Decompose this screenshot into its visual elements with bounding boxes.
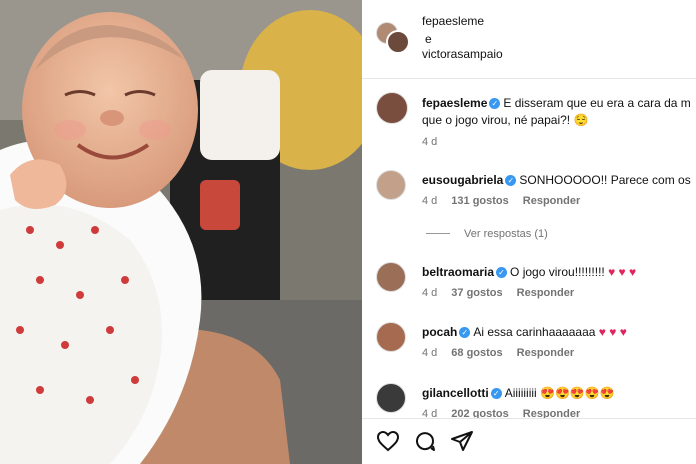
comment-age-2: 4 d	[422, 287, 438, 299]
comment-text-3: Ai essa carinhaaaaaaa	[473, 325, 596, 339]
heart-icon[interactable]	[376, 429, 400, 453]
heart-emojis-3: ♥ ♥ ♥	[598, 325, 627, 339]
comment-icon[interactable]	[413, 429, 437, 453]
comment-avatar-1[interactable]	[376, 170, 406, 200]
comment-username-4[interactable]: gilancellotti	[422, 386, 489, 400]
caption-text-2: que o jogo virou, né papai?! 😌	[422, 113, 589, 127]
reply-button-1[interactable]: Responder	[523, 195, 580, 207]
comment-likes-2[interactable]: 37 gostos	[451, 287, 502, 299]
verified-icon: ✓	[505, 175, 517, 186]
action-bar	[362, 418, 696, 464]
comment-text-1: SONHOOOOO!! Parece com os	[519, 173, 691, 187]
heart-emojis-2: ♥ ♥ ♥	[608, 265, 637, 279]
avatar-user2[interactable]	[386, 30, 410, 54]
comment-age-3: 4 d	[422, 347, 438, 359]
view-replies-line	[426, 233, 450, 234]
verified-icon: ✓	[496, 267, 508, 278]
post-photo	[0, 0, 362, 464]
post-header: fepaesleme e victorasampaio	[362, 0, 696, 79]
comment-username-1[interactable]: eusougabriela	[422, 173, 503, 187]
verified-icon: ✓	[459, 327, 471, 338]
comment-3: pocah ✓ Ai essa carinhaaaaaaa ♥ ♥ ♥	[422, 325, 627, 339]
comment-username-3[interactable]: pocah	[422, 325, 457, 339]
comment-age-1: 4 d	[422, 195, 438, 207]
caption-line1: fepaesleme ✓ E disseram que eu era a cara …	[422, 96, 691, 110]
baby-photo-illustration	[0, 0, 362, 464]
comment-1: eusougabriela ✓ SONHOOOOO!! Parece com os	[422, 173, 691, 187]
comment-avatar-2[interactable]	[376, 262, 406, 292]
comment-avatar-4[interactable]	[376, 383, 406, 413]
comment-meta-2: 4 d 37 gostos Responder	[422, 287, 574, 299]
comments-panel: fepaesleme e victorasampaio fepaesleme ✓ E…	[362, 0, 696, 464]
comment-avatar-3[interactable]	[376, 322, 406, 352]
comment-text-4: Aiiiiiiiii 😍😍😍😍😍	[504, 386, 615, 400]
caption-username[interactable]: fepaesleme	[422, 96, 487, 110]
reply-button-3[interactable]: Responder	[517, 347, 574, 359]
header-connector: e	[425, 32, 432, 46]
comment-text-2: O jogo virou!!!!!!!!!	[510, 265, 605, 279]
comment-likes-1[interactable]: 131 gostos	[451, 195, 508, 207]
header-username-1[interactable]: fepaesleme	[422, 14, 484, 28]
view-replies[interactable]: Ver respostas (1)	[426, 228, 548, 240]
comment-4: gilancellotti ✓ Aiiiiiiiii 😍😍😍😍😍	[422, 386, 615, 400]
comment-2: beltraomaria ✓ O jogo virou!!!!!!!!! ♥ ♥ ♥	[422, 265, 636, 279]
reply-button-2[interactable]: Responder	[517, 287, 574, 299]
comment-meta-3: 4 d 68 gostos Responder	[422, 347, 574, 359]
caption-text-1: E disseram que eu era a cara da m	[503, 96, 691, 110]
view-replies-label[interactable]: Ver respostas (1)	[464, 228, 548, 240]
comment-meta-1: 4 d 131 gostos Responder	[422, 195, 580, 207]
comment-username-2[interactable]: beltraomaria	[422, 265, 494, 279]
verified-icon: ✓	[489, 98, 501, 109]
share-icon[interactable]	[450, 429, 474, 453]
caption-age: 4 d	[422, 136, 438, 148]
caption-avatar[interactable]	[376, 92, 408, 124]
header-username-2[interactable]: victorasampaio	[422, 47, 503, 61]
comment-likes-3[interactable]: 68 gostos	[451, 347, 502, 359]
verified-icon: ✓	[490, 388, 502, 399]
